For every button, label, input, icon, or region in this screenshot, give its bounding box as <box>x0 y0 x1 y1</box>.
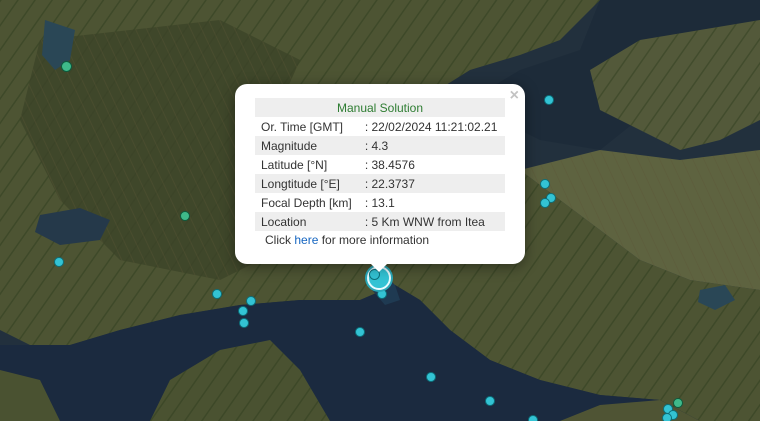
earthquake-marker[interactable] <box>662 413 672 421</box>
detail-row-focal-depth: Focal Depth [km] : 13.1 <box>255 193 505 212</box>
earthquake-marker[interactable] <box>544 95 554 105</box>
earthquake-marker[interactable] <box>485 396 495 406</box>
detail-row-origin-time: Or. Time [GMT] : 22/02/2024 11:21:02.21 <box>255 117 505 136</box>
more-info-prefix: Click <box>265 233 295 247</box>
earthquake-marker[interactable] <box>426 372 436 382</box>
detail-value: : 22.3737 <box>358 174 505 193</box>
earthquake-marker[interactable] <box>673 398 683 408</box>
detail-label: Longtitude [°E] <box>255 174 359 193</box>
earthquake-marker[interactable] <box>377 289 387 299</box>
popup-title-row: Manual Solution <box>255 98 505 117</box>
detail-value: : 22/02/2024 11:21:02.21 <box>364 119 498 134</box>
earthquake-marker[interactable] <box>212 289 222 299</box>
earthquake-marker[interactable] <box>239 318 249 328</box>
detail-label: Or. Time [GMT] <box>261 119 344 134</box>
earthquake-info-popup: × Manual Solution Or. Time [GMT] : 22/02… <box>235 84 525 272</box>
detail-label: Magnitude <box>255 136 359 155</box>
close-icon[interactable]: × <box>510 87 519 105</box>
earthquake-details-table: Manual Solution Or. Time [GMT] : 22/02/2… <box>255 98 505 231</box>
earthquake-marker[interactable] <box>528 415 538 421</box>
detail-row-longitude: Longtitude [°E] : 22.3737 <box>255 174 505 193</box>
detail-row-location: Location : 5 Km WNW from Itea <box>255 212 505 231</box>
detail-value: : 38.4576 <box>364 157 415 172</box>
earthquake-marker[interactable] <box>61 61 72 72</box>
earthquake-marker[interactable] <box>54 257 64 267</box>
popup-pointer <box>369 262 389 272</box>
detail-label: Location <box>255 212 359 231</box>
detail-value: : 4.3 <box>358 136 505 155</box>
earthquake-marker[interactable] <box>238 306 248 316</box>
more-info-link[interactable]: here <box>294 233 318 247</box>
earthquake-marker[interactable] <box>180 211 190 221</box>
earthquake-marker[interactable] <box>246 296 256 306</box>
popup-title: Manual Solution <box>255 98 505 117</box>
satellite-map[interactable]: × Manual Solution Or. Time [GMT] : 22/02… <box>0 0 760 421</box>
earthquake-marker[interactable] <box>355 327 365 337</box>
detail-label: Focal Depth [km] <box>261 195 352 210</box>
detail-value: : 5 Km WNW from Itea <box>358 212 505 231</box>
earthquake-marker[interactable] <box>540 179 550 189</box>
detail-value: : 13.1 <box>364 195 395 210</box>
detail-row-latitude: Latitude [°N] : 38.4576 <box>255 155 505 174</box>
earthquake-marker[interactable] <box>540 198 550 208</box>
detail-row-magnitude: Magnitude : 4.3 <box>255 136 505 155</box>
more-info-text: Click here for more information <box>265 233 429 247</box>
more-info-suffix: for more information <box>318 233 430 247</box>
detail-label: Latitude [°N] <box>261 157 328 172</box>
